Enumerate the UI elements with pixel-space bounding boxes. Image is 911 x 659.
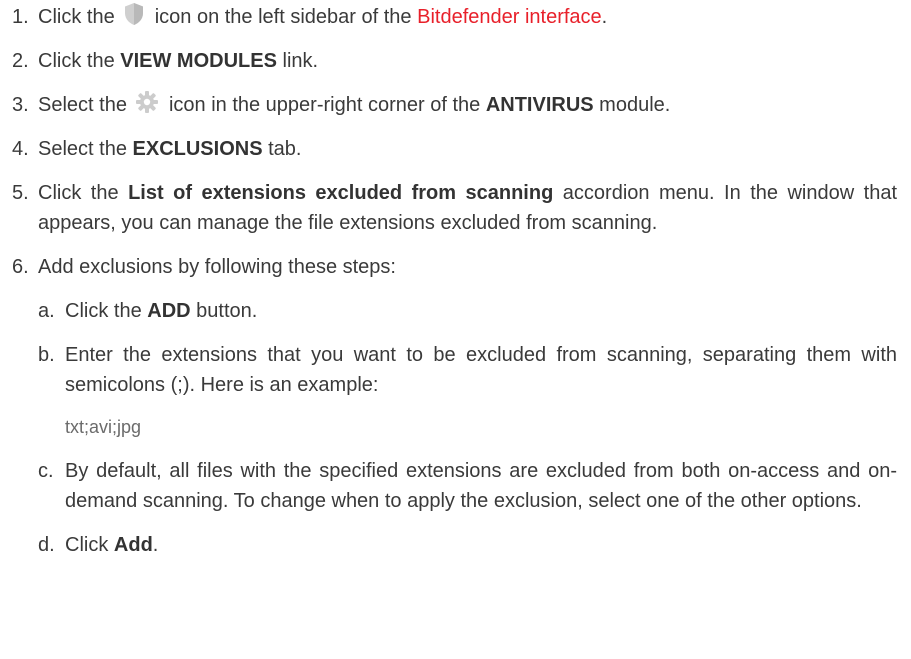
gear-icon bbox=[135, 90, 159, 114]
step-text-part: icon in the upper-right corner of the bbox=[168, 94, 481, 116]
substeps-list: a. Click the ADD button. b. Enter the ex… bbox=[38, 296, 897, 560]
step-text-part: Add exclusions by following these steps: bbox=[38, 256, 396, 278]
step-text-part: . bbox=[601, 6, 608, 28]
step-text: Add exclusions by following these steps:… bbox=[38, 252, 897, 560]
step-number: 3. bbox=[12, 94, 29, 116]
antivirus-label: ANTIVIRUS bbox=[485, 94, 594, 116]
step-text-part: icon on the left sidebar of the bbox=[154, 6, 412, 28]
add-button-label: ADD bbox=[147, 300, 191, 322]
substep-text: By default, all files with the specified… bbox=[65, 460, 897, 512]
step-number: 4. bbox=[12, 138, 29, 160]
step-text-part: Click the bbox=[38, 50, 115, 72]
substep-letter: b. bbox=[38, 344, 55, 366]
bitdefender-interface-link[interactable]: Bitdefender interface bbox=[417, 6, 602, 28]
substep-b: b. Enter the extensions that you want to… bbox=[38, 340, 897, 442]
step-text-part: Select the bbox=[38, 94, 127, 116]
substep-letter: c. bbox=[38, 460, 54, 482]
substep-text: Click Add. bbox=[65, 530, 897, 560]
list-of-extensions-label: List of extensions excluded from scannin… bbox=[128, 182, 554, 204]
step-2: 2. Click the VIEW MODULES link. bbox=[12, 46, 897, 76]
substep-c: c. By default, all files with the specif… bbox=[38, 456, 897, 516]
shield-icon bbox=[123, 2, 145, 26]
step-text-part: module. bbox=[599, 94, 671, 116]
substep-text-part: Click the bbox=[65, 300, 142, 322]
example-extensions: txt;avi;jpg bbox=[65, 417, 142, 437]
step-number: 2. bbox=[12, 50, 29, 72]
step-text: Click the VIEW MODULES link. bbox=[38, 46, 897, 76]
step-text-part: link. bbox=[282, 50, 319, 72]
exclusions-label: EXCLUSIONS bbox=[132, 138, 263, 160]
substep-letter: a. bbox=[38, 300, 55, 322]
step-text-part: Select the bbox=[38, 138, 127, 160]
substep-text: Enter the extensions that you want to be… bbox=[65, 340, 897, 442]
substep-text-part: Click bbox=[65, 534, 109, 556]
instructions-page: 1. Click the icon on the left sidebar of … bbox=[0, 0, 911, 659]
step-number: 1. bbox=[12, 6, 29, 28]
substep-text-part: button. bbox=[196, 300, 258, 322]
substep-text: Click the ADD button. bbox=[65, 296, 897, 326]
step-text: Click the icon on the left sidebar of the… bbox=[38, 2, 897, 32]
steps-list: 1. Click the icon on the left sidebar of … bbox=[12, 2, 897, 560]
step-text: Select the icon in the upper-right corner… bbox=[38, 90, 897, 120]
add-label: Add bbox=[113, 534, 153, 556]
step-6: 6. Add exclusions by following these ste… bbox=[12, 252, 897, 560]
substep-text-part: . bbox=[152, 534, 159, 556]
step-text: Select the EXCLUSIONS tab. bbox=[38, 134, 897, 164]
step-number: 5. bbox=[12, 182, 29, 204]
step-3: 3. Select the icon in the upper-right cor… bbox=[12, 90, 897, 120]
step-4: 4. Select the EXCLUSIONS tab. bbox=[12, 134, 897, 164]
substep-d: d. Click Add. bbox=[38, 530, 897, 560]
step-5: 5. Click the List of extensions excluded… bbox=[12, 178, 897, 238]
step-text-part: tab. bbox=[268, 138, 302, 160]
substep-text-part: Enter the extensions that you want to be… bbox=[65, 344, 897, 396]
step-text-part: Click the bbox=[38, 182, 119, 204]
step-text: Click the List of extensions excluded fr… bbox=[38, 178, 897, 238]
step-text-part: Click the bbox=[38, 6, 115, 28]
substep-letter: d. bbox=[38, 534, 55, 556]
substep-a: a. Click the ADD button. bbox=[38, 296, 897, 326]
view-modules-label: VIEW MODULES bbox=[120, 50, 277, 72]
step-1: 1. Click the icon on the left sidebar of … bbox=[12, 2, 897, 32]
step-number: 6. bbox=[12, 256, 29, 278]
